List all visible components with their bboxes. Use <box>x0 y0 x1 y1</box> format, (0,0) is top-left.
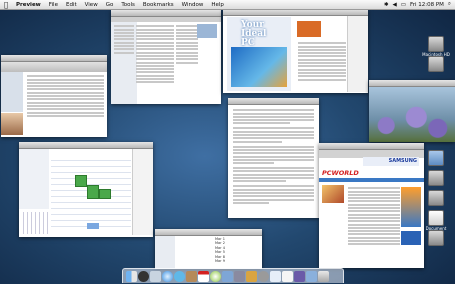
apple-menu-icon[interactable]:  <box>0 1 12 9</box>
address-book-dock-icon[interactable] <box>186 270 197 282</box>
disk-icon[interactable] <box>428 170 444 186</box>
ichat-dock-icon[interactable] <box>174 270 185 282</box>
disk-icon[interactable] <box>428 190 444 206</box>
calendar-window[interactable] <box>19 142 153 237</box>
folder-dock-icon[interactable] <box>306 270 317 282</box>
pdf-hero-image <box>231 47 287 87</box>
spotlight-icon[interactable]: ⌕ <box>448 1 451 8</box>
calendar-event[interactable] <box>87 223 99 229</box>
nav-bar[interactable] <box>319 178 424 182</box>
preview-dock-icon[interactable] <box>270 270 281 282</box>
pdf-thumbnail-drawer[interactable] <box>347 16 368 92</box>
window-titlebar[interactable] <box>369 80 455 87</box>
imovie-dock-icon[interactable] <box>234 270 245 282</box>
window-titlebar[interactable] <box>319 143 424 150</box>
mail-dock-icon[interactable] <box>150 270 161 282</box>
photo-window[interactable] <box>369 80 455 142</box>
safari-dock-icon[interactable] <box>162 270 173 282</box>
pdf-callout <box>297 21 321 37</box>
garageband-dock-icon[interactable] <box>246 270 257 282</box>
menu-file[interactable]: File <box>45 2 62 8</box>
clock[interactable]: Fri 12:08 PM <box>410 2 444 8</box>
menu-app-preview[interactable]: Preview <box>12 2 45 8</box>
feature-image <box>322 185 344 203</box>
disk-icon[interactable] <box>428 230 444 246</box>
site-logo[interactable]: PCWORLD <box>322 169 359 177</box>
dashboard-dock-icon[interactable] <box>138 270 149 282</box>
pdf-headline: Your Ideal PC <box>241 20 267 48</box>
hard-drive-icon[interactable]: Macintosh HD <box>422 36 450 57</box>
product-image <box>401 231 421 245</box>
dock <box>122 268 344 283</box>
finder-column-1[interactable] <box>133 22 177 87</box>
menu-view[interactable]: View <box>81 2 102 8</box>
week-grid[interactable] <box>51 155 131 229</box>
calendar-list[interactable] <box>19 149 49 209</box>
menu-extras: ✱ ◀ ▭ Fri 12:08 PM ⌕ <box>384 1 455 8</box>
menu-edit[interactable]: Edit <box>62 2 81 8</box>
itunes-album-art <box>1 113 23 135</box>
menu-tools[interactable]: Tools <box>117 2 139 8</box>
window-titlebar[interactable] <box>19 142 153 149</box>
event-info-drawer[interactable] <box>132 149 153 235</box>
pdf-preview-window[interactable]: Your Ideal PC <box>223 9 368 93</box>
window-titlebar[interactable] <box>155 229 262 236</box>
lavender-photo <box>369 87 455 142</box>
finder-list[interactable]: Mar 1 Mar 2 Mar 4 Mar 5 Mar 8 Mar 9 <box>177 237 260 263</box>
document-body-text[interactable] <box>228 105 319 208</box>
finder-window-top[interactable] <box>111 10 221 104</box>
itunes-toolbar <box>1 62 107 72</box>
finder-preview-thumb <box>197 24 217 38</box>
window-titlebar[interactable] <box>111 10 221 17</box>
menu-window[interactable]: Window <box>178 2 208 8</box>
volume-icon[interactable]: ◀ <box>393 2 397 8</box>
ad-banner[interactable]: SAMSUNG <box>363 157 419 166</box>
itunes-dock-icon[interactable] <box>210 270 221 282</box>
folder-icon[interactable] <box>428 150 444 166</box>
file-row[interactable]: Mar 9 <box>177 259 260 263</box>
itunes-window[interactable] <box>1 55 107 137</box>
bluetooth-icon[interactable]: ✱ <box>384 2 389 8</box>
system-preferences-dock-icon[interactable] <box>258 270 269 282</box>
pdf-page-right <box>293 17 346 91</box>
finder-sidebar[interactable] <box>155 236 175 269</box>
textedit-dock-icon[interactable] <box>282 270 293 282</box>
calendar-event[interactable] <box>99 189 111 199</box>
window-titlebar[interactable] <box>228 98 319 105</box>
sidebar-ad[interactable] <box>401 187 421 227</box>
finder-dock-icon[interactable] <box>126 270 137 282</box>
text-document-window[interactable] <box>228 98 319 218</box>
article-list[interactable] <box>345 184 403 249</box>
finder-window-bottom[interactable]: Mar 1 Mar 2 Mar 4 Mar 5 Mar 8 Mar 9 <box>155 229 262 269</box>
drive-icon[interactable] <box>428 56 444 72</box>
document-icon[interactable]: Document <box>426 210 446 231</box>
trash-dock-icon[interactable] <box>318 270 329 282</box>
menu-bar:  Preview File Edit View Go Tools Bookma… <box>0 0 455 10</box>
photo-dock-icon[interactable] <box>294 270 305 282</box>
calendar-event[interactable] <box>75 175 87 187</box>
itunes-sidebar[interactable] <box>1 72 23 112</box>
menu-help[interactable]: Help <box>207 2 228 8</box>
battery-icon[interactable]: ▭ <box>401 2 406 8</box>
window-titlebar[interactable] <box>223 9 368 16</box>
iphoto-dock-icon[interactable] <box>222 270 233 282</box>
browser-window[interactable]: SAMSUNG PCWORLD <box>319 143 424 268</box>
itunes-track-list[interactable] <box>24 72 107 120</box>
pdf-page-left: Your Ideal PC <box>227 17 291 91</box>
menu-bookmarks[interactable]: Bookmarks <box>139 2 178 8</box>
menu-go[interactable]: Go <box>102 2 118 8</box>
pdf-body-text <box>295 39 349 84</box>
ical-dock-icon[interactable] <box>198 270 209 282</box>
window-titlebar[interactable] <box>1 55 107 62</box>
calendar-event[interactable] <box>87 185 99 199</box>
mini-month[interactable] <box>20 212 48 234</box>
